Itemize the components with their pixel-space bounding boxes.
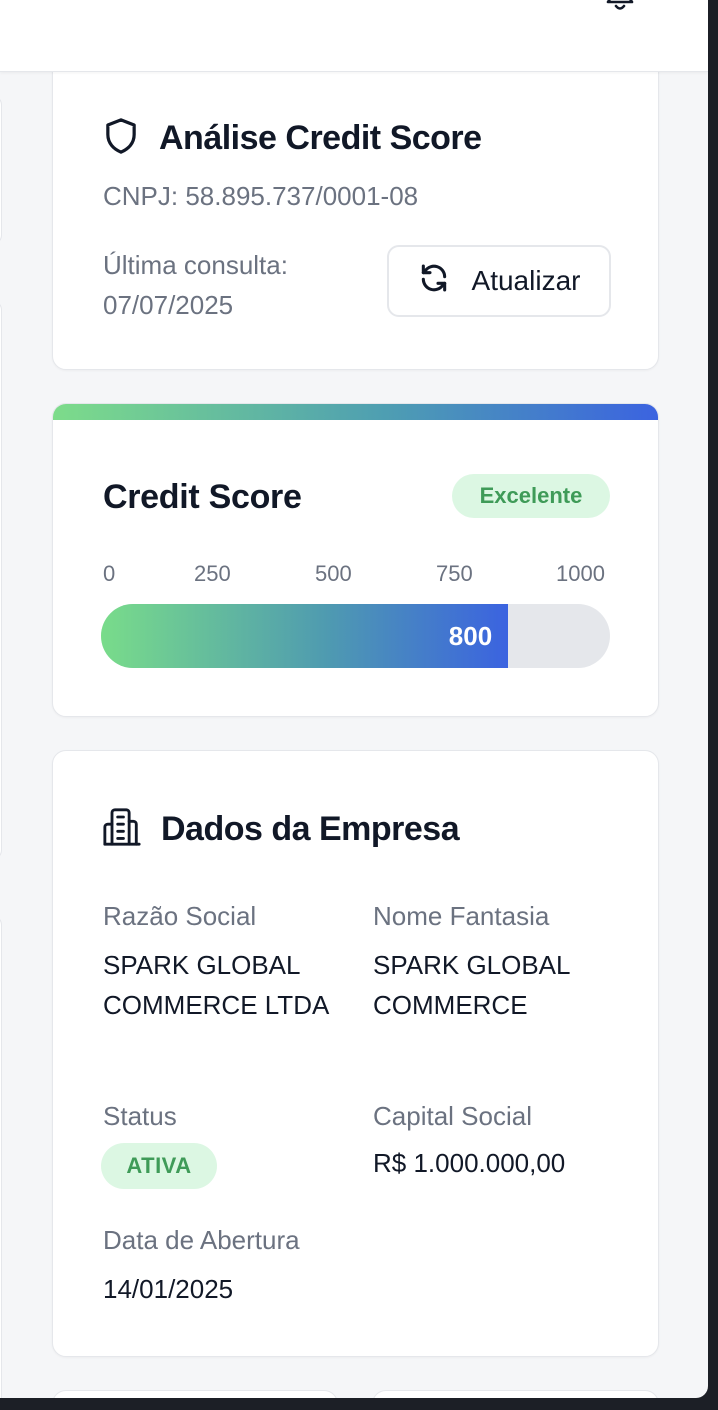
company-data-card: Dados da Empresa Razão Social SPARK GLOB… (52, 750, 659, 1357)
last-query: Última consulta: 07/07/2025 (103, 245, 288, 325)
credit-analysis-title: Análise Credit Score (159, 119, 482, 157)
credit-score-title: Credit Score (103, 478, 302, 516)
capital-social-value: R$ 1.000.000,00 (373, 1148, 566, 1178)
abertura-value: 14/01/2025 (103, 1274, 234, 1304)
scale-tick: 750 (436, 561, 473, 586)
score-value: 800 (448, 620, 493, 651)
shield-icon (103, 117, 159, 160)
last-query-label: Última consulta: (103, 250, 288, 280)
last-query-date: 07/07/2025 (103, 290, 234, 320)
rating-badge: Excelente (452, 474, 610, 518)
abertura-label: Data de Abertura (103, 1225, 300, 1255)
score-bar-fill: 800 (101, 604, 509, 668)
card-accent-bar (53, 404, 658, 420)
next-card-left (52, 1390, 338, 1398)
credit-score-card: Credit Score Excelente 0 250 500 750 100… (52, 403, 659, 717)
scale-tick: 250 (194, 561, 231, 586)
scale-tick: 0 (103, 561, 116, 586)
company-data-title: Dados da Empresa (161, 810, 460, 848)
building-icon (103, 807, 161, 852)
refresh-label: Atualizar (471, 265, 581, 296)
status-badge: ATIVA (101, 1143, 217, 1189)
nome-fantasia-label: Nome Fantasia (373, 901, 550, 931)
razao-social-value: SPARK GLOBAL COMMERCE LTDA (103, 950, 330, 1020)
credit-analysis-card: Análise Credit Score CNPJ: 58.895.737/00… (52, 50, 659, 370)
top-bar (0, 0, 708, 72)
nome-fantasia-value: SPARK GLOBAL COMMERCE (373, 950, 570, 1020)
scale-tick: 1000 (556, 561, 605, 586)
bell-icon[interactable] (603, 0, 637, 20)
status-label: Status (103, 1101, 177, 1131)
score-scale: 0 250 500 750 1000 (103, 561, 610, 591)
score-bar-track: 800 (101, 604, 610, 668)
refresh-button[interactable]: Atualizar (387, 245, 611, 317)
next-card-right (372, 1390, 659, 1398)
cnpj-text: CNPJ: 58.895.737/0001-08 (103, 181, 419, 211)
capital-social-label: Capital Social (373, 1101, 532, 1131)
side-card-edge (0, 95, 2, 245)
app-viewport: Análise Credit Score CNPJ: 58.895.737/00… (0, 0, 708, 1398)
scale-tick: 500 (315, 561, 352, 586)
side-card-edge (0, 915, 2, 1398)
refresh-icon (418, 262, 472, 301)
razao-social-label: Razão Social (103, 901, 257, 931)
side-card-edge (0, 300, 2, 860)
